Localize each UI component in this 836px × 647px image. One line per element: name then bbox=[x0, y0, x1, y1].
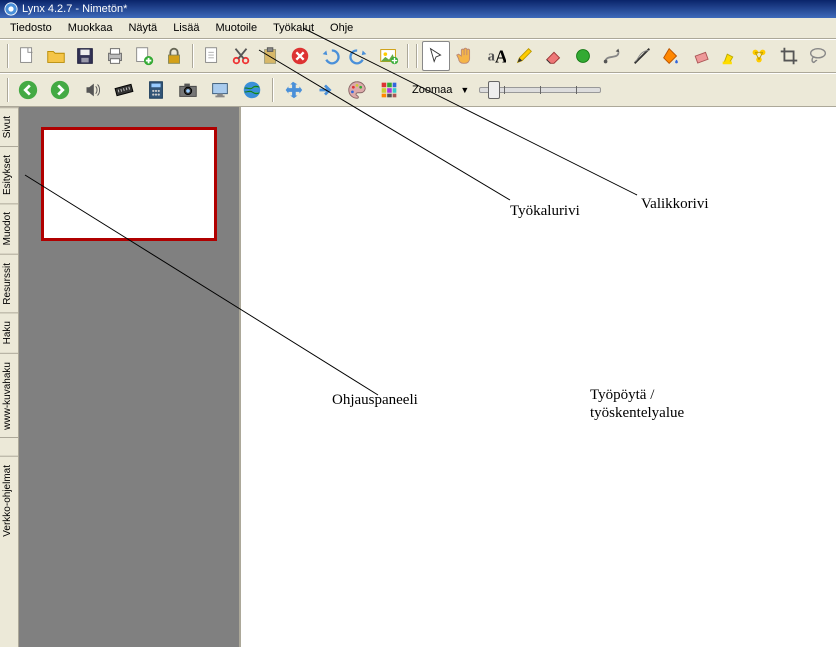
separator bbox=[192, 44, 193, 68]
crop-button[interactable] bbox=[775, 41, 802, 71]
app-icon bbox=[4, 2, 18, 16]
nav-forward-button[interactable] bbox=[45, 75, 75, 105]
toolbar-grip bbox=[7, 78, 8, 102]
toolbar-grip bbox=[416, 44, 417, 68]
document-button[interactable] bbox=[198, 41, 225, 71]
tab-verkkoohjelmat[interactable]: Verkko-ohjelmat bbox=[0, 456, 18, 545]
menu-muokkaa[interactable]: Muokkaa bbox=[60, 20, 121, 36]
eraser-button[interactable] bbox=[540, 41, 567, 71]
tab-sivut[interactable]: Sivut bbox=[0, 107, 18, 146]
camera-button[interactable] bbox=[173, 75, 203, 105]
redo-button[interactable] bbox=[345, 41, 372, 71]
palette-button[interactable] bbox=[342, 75, 372, 105]
line-button[interactable] bbox=[628, 41, 655, 71]
svg-text:A: A bbox=[495, 46, 506, 66]
audio-button[interactable] bbox=[77, 75, 107, 105]
undo-button[interactable] bbox=[316, 41, 343, 71]
side-tabs: Sivut Esitykset Muodot Resurssit Haku ww… bbox=[0, 107, 19, 647]
text-button[interactable]: aA bbox=[481, 41, 508, 71]
fill-button[interactable] bbox=[657, 41, 684, 71]
screen-button[interactable] bbox=[205, 75, 235, 105]
globe-button[interactable] bbox=[237, 75, 267, 105]
add-page-button[interactable] bbox=[131, 41, 158, 71]
menu-tyokalut[interactable]: Työkalut bbox=[265, 20, 322, 36]
zoom-slider[interactable] bbox=[479, 87, 601, 93]
menu-nayta[interactable]: Näytä bbox=[120, 20, 165, 36]
calculator-button[interactable] bbox=[141, 75, 171, 105]
print-button[interactable] bbox=[101, 41, 128, 71]
label-ohjauspaneeli: Ohjauspaneeli bbox=[332, 392, 418, 409]
delete-button[interactable] bbox=[287, 41, 314, 71]
highlight-button[interactable] bbox=[716, 41, 743, 71]
select-button[interactable] bbox=[422, 41, 449, 71]
menu-ohje[interactable]: Ohje bbox=[322, 20, 361, 36]
tab-muodot[interactable]: Muodot bbox=[0, 203, 18, 253]
lasso-button[interactable] bbox=[805, 41, 832, 71]
lock-button[interactable] bbox=[160, 41, 187, 71]
workspace[interactable] bbox=[241, 107, 836, 647]
zoom-label: Zoomaa bbox=[406, 84, 458, 96]
label-tyokalurivi: Työkalurivi bbox=[510, 203, 580, 220]
open-folder-button[interactable] bbox=[42, 41, 69, 71]
group-button[interactable] bbox=[746, 41, 773, 71]
label-valikkorivi: Valikkorivi bbox=[641, 196, 709, 213]
insert-image-button[interactable] bbox=[375, 41, 402, 71]
shape-button[interactable] bbox=[569, 41, 596, 71]
toolbar-2: Zoomaa ▼ bbox=[0, 73, 836, 107]
label-tyopoyda2: työskentelyalue bbox=[590, 405, 684, 422]
save-button[interactable] bbox=[72, 41, 99, 71]
pen-button[interactable] bbox=[510, 41, 537, 71]
zoom-thumb[interactable] bbox=[488, 81, 500, 99]
window-title: Lynx 4.2.7 - Nimetön* bbox=[22, 3, 127, 15]
new-file-button[interactable] bbox=[13, 41, 40, 71]
main-area: Sivut Esitykset Muodot Resurssit Haku ww… bbox=[0, 107, 836, 647]
arrow-button[interactable] bbox=[310, 75, 340, 105]
control-panel bbox=[19, 107, 241, 647]
move-button[interactable] bbox=[278, 75, 308, 105]
nav-back-button[interactable] bbox=[13, 75, 43, 105]
separator bbox=[272, 78, 273, 102]
tab-resurssit[interactable]: Resurssit bbox=[0, 254, 18, 313]
tab-haku[interactable]: Haku bbox=[0, 312, 18, 352]
zoom-minus: ▼ bbox=[460, 85, 469, 95]
toolbar-grip bbox=[7, 44, 8, 68]
hand-button[interactable] bbox=[452, 41, 479, 71]
clear-button[interactable] bbox=[687, 41, 714, 71]
menu-lisaa[interactable]: Lisää bbox=[165, 20, 207, 36]
tab-gap bbox=[0, 437, 18, 456]
menu-tiedosto[interactable]: Tiedosto bbox=[2, 20, 60, 36]
menu-muotoile[interactable]: Muotoile bbox=[207, 20, 265, 36]
connector-button[interactable] bbox=[599, 41, 626, 71]
tab-wwwkuvahaku[interactable]: www-kuvahaku bbox=[0, 353, 18, 438]
label-tyopoyda1: Työpöytä / bbox=[590, 387, 654, 404]
tab-esitykset[interactable]: Esitykset bbox=[0, 146, 18, 203]
toolbar-1: aA bbox=[0, 39, 836, 73]
paste-button[interactable] bbox=[257, 41, 284, 71]
cut-button[interactable] bbox=[228, 41, 255, 71]
menu-bar: Tiedosto Muokkaa Näytä Lisää Muotoile Ty… bbox=[0, 18, 836, 39]
ruler-button[interactable] bbox=[109, 75, 139, 105]
grid-button[interactable] bbox=[374, 75, 404, 105]
separator bbox=[407, 44, 408, 68]
title-bar: Lynx 4.2.7 - Nimetön* bbox=[0, 0, 836, 18]
page-thumbnail[interactable] bbox=[41, 127, 217, 241]
